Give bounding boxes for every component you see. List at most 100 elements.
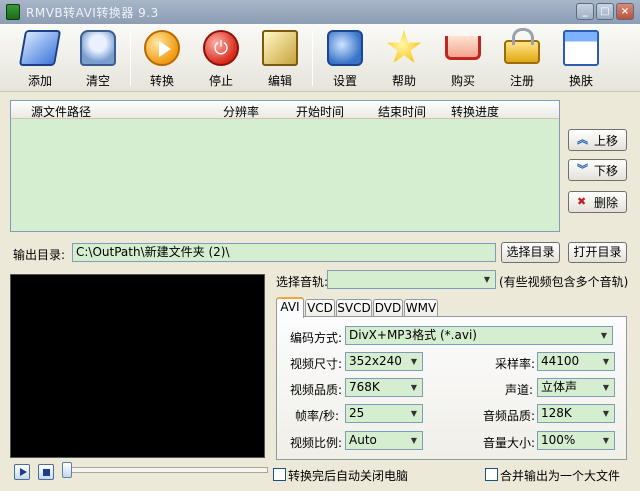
chevron-down-icon: ▼ xyxy=(602,383,610,392)
video-ratio-label: 视频比例: xyxy=(290,436,343,450)
column-resolution[interactable]: 分辨率 xyxy=(223,103,259,120)
audio-quality-select[interactable]: 128K ▼ xyxy=(537,404,615,423)
chevron-down-icon: ▼ xyxy=(410,409,418,418)
delete-x-icon: ✖ xyxy=(576,195,587,208)
buy-button[interactable]: 购买 xyxy=(435,24,491,92)
lock-icon xyxy=(504,28,540,64)
move-up-label: 上移 xyxy=(593,133,618,148)
sample-rate-select[interactable]: 44100 ▼ xyxy=(537,352,615,371)
tab-vcd[interactable]: VCD xyxy=(305,299,335,317)
channel-label: 声道: xyxy=(505,383,534,397)
tab-wmv[interactable]: WMV xyxy=(404,299,438,317)
clear-label: 清空 xyxy=(85,74,110,88)
move-up-button[interactable]: ︽ 上移 xyxy=(568,129,627,151)
play-button[interactable] xyxy=(14,464,30,480)
tab-svcd[interactable]: SVCD xyxy=(336,299,372,317)
volume-select[interactable]: 100% ▼ xyxy=(537,431,615,450)
stop-playback-button[interactable] xyxy=(38,464,54,480)
video-quality-select[interactable]: 768K ▼ xyxy=(345,378,423,397)
play-icon xyxy=(144,30,180,66)
close-button[interactable]: × xyxy=(616,3,634,20)
toolbar-separator xyxy=(130,30,131,86)
window-icon xyxy=(563,30,599,66)
chevron-down-icon: ▼ xyxy=(600,331,608,340)
delete-label: 删除 xyxy=(593,195,618,210)
encoding-select[interactable]: DivX+MP3格式 (*.avi) ▼ xyxy=(345,326,613,345)
title-bar: RMVB转AVI转换器 9.3 _ □ × xyxy=(0,0,640,24)
add-label: 添加 xyxy=(27,74,52,88)
audio-track-label: 选择音轨: xyxy=(276,275,329,289)
chevron-down-icon: ▼ xyxy=(410,436,418,445)
settings-button[interactable]: 设置 xyxy=(317,24,373,92)
audio-track-select[interactable]: ▼ xyxy=(327,270,496,289)
open-dir-button[interactable]: 打开目录 xyxy=(568,242,627,263)
chevron-down-icon: ▼ xyxy=(483,275,491,284)
fps-label: 帧率/秒: xyxy=(295,409,340,423)
double-down-arrow-icon: ︾ xyxy=(576,163,588,176)
tab-avi[interactable]: AVI xyxy=(276,297,304,318)
star-icon xyxy=(386,30,422,63)
video-size-select[interactable]: 352x240 ▼ xyxy=(345,352,423,371)
column-progress[interactable]: 转换进度 xyxy=(451,103,499,120)
stop-button[interactable]: 停止 xyxy=(193,24,249,92)
file-list[interactable]: 源文件路径 分辨率 开始时间 结束时间 转换进度 xyxy=(10,100,560,232)
convert-button[interactable]: 转换 xyxy=(134,24,190,92)
move-down-button[interactable]: ︾ 下移 xyxy=(568,159,627,181)
encoding-label: 编码方式: xyxy=(290,331,343,345)
merge-checkbox[interactable] xyxy=(485,468,498,481)
channel-select[interactable]: 立体声 ▼ xyxy=(537,378,615,397)
chevron-down-icon: ▼ xyxy=(410,357,418,366)
add-button[interactable]: 添加 xyxy=(12,24,68,92)
audio-track-hint: (有些视频包含多个音轨) xyxy=(499,275,629,289)
choose-dir-button[interactable]: 选择目录 xyxy=(501,242,560,263)
maximize-button[interactable]: □ xyxy=(596,3,614,20)
video-quality-label: 视频品质: xyxy=(290,383,343,397)
window-title: RMVB转AVI转换器 9.3 xyxy=(26,5,159,20)
edit-label: 编辑 xyxy=(267,74,292,88)
edit-button[interactable]: 编辑 xyxy=(252,24,308,92)
power-icon xyxy=(203,30,239,66)
seek-bar[interactable] xyxy=(62,467,268,473)
tab-dvd[interactable]: DVD xyxy=(373,299,403,317)
chevron-down-icon: ▼ xyxy=(410,383,418,392)
merge-label: 合并输出为一个大文件 xyxy=(500,469,621,483)
double-up-arrow-icon: ︽ xyxy=(576,133,588,146)
column-start-time[interactable]: 开始时间 xyxy=(296,103,344,120)
video-quality-value: 768K xyxy=(349,380,380,394)
app-icon xyxy=(6,4,20,20)
chevron-down-icon: ▼ xyxy=(602,357,610,366)
audio-quality-label: 音频品质: xyxy=(483,409,536,423)
file-list-header: 源文件路径 分辨率 开始时间 结束时间 转换进度 xyxy=(11,101,559,119)
shutdown-checkbox[interactable] xyxy=(273,468,286,481)
stop-icon xyxy=(43,469,50,476)
shutdown-label: 转换完后自动关闭电脑 xyxy=(288,469,409,483)
buy-label: 购买 xyxy=(450,74,475,88)
video-ratio-select[interactable]: Auto ▼ xyxy=(345,431,423,450)
delete-button[interactable]: ✖ 删除 xyxy=(568,191,627,213)
sample-rate-value: 44100 xyxy=(541,354,580,368)
sample-rate-label: 采样率: xyxy=(495,357,536,371)
minimize-button[interactable]: _ xyxy=(576,3,594,20)
skin-button[interactable]: 换肤 xyxy=(553,24,609,92)
clear-button[interactable]: 清空 xyxy=(70,24,126,92)
convert-label: 转换 xyxy=(149,74,174,88)
add-folder-icon xyxy=(18,30,62,66)
video-preview xyxy=(10,274,265,458)
column-source-path[interactable]: 源文件路径 xyxy=(31,103,91,120)
trash-icon xyxy=(80,30,116,66)
column-end-time[interactable]: 结束时间 xyxy=(378,103,426,120)
register-button[interactable]: 注册 xyxy=(494,24,550,92)
fps-select[interactable]: 25 ▼ xyxy=(345,404,423,423)
channel-value: 立体声 xyxy=(541,380,578,394)
stop-label: 停止 xyxy=(208,74,233,88)
settings-icon xyxy=(327,30,363,66)
skin-label: 换肤 xyxy=(568,74,593,88)
edit-icon xyxy=(262,30,298,66)
help-button[interactable]: 帮助 xyxy=(376,24,432,92)
seek-handle[interactable] xyxy=(62,462,72,478)
move-down-label: 下移 xyxy=(593,163,618,178)
output-dir-field[interactable]: C:\OutPath\新建文件夹 (2)\ xyxy=(72,243,496,262)
settings-label: 设置 xyxy=(332,74,357,88)
avi-settings-panel: 编码方式: DivX+MP3格式 (*.avi) ▼ 视频尺寸: 352x240… xyxy=(276,316,627,460)
register-label: 注册 xyxy=(509,74,534,88)
